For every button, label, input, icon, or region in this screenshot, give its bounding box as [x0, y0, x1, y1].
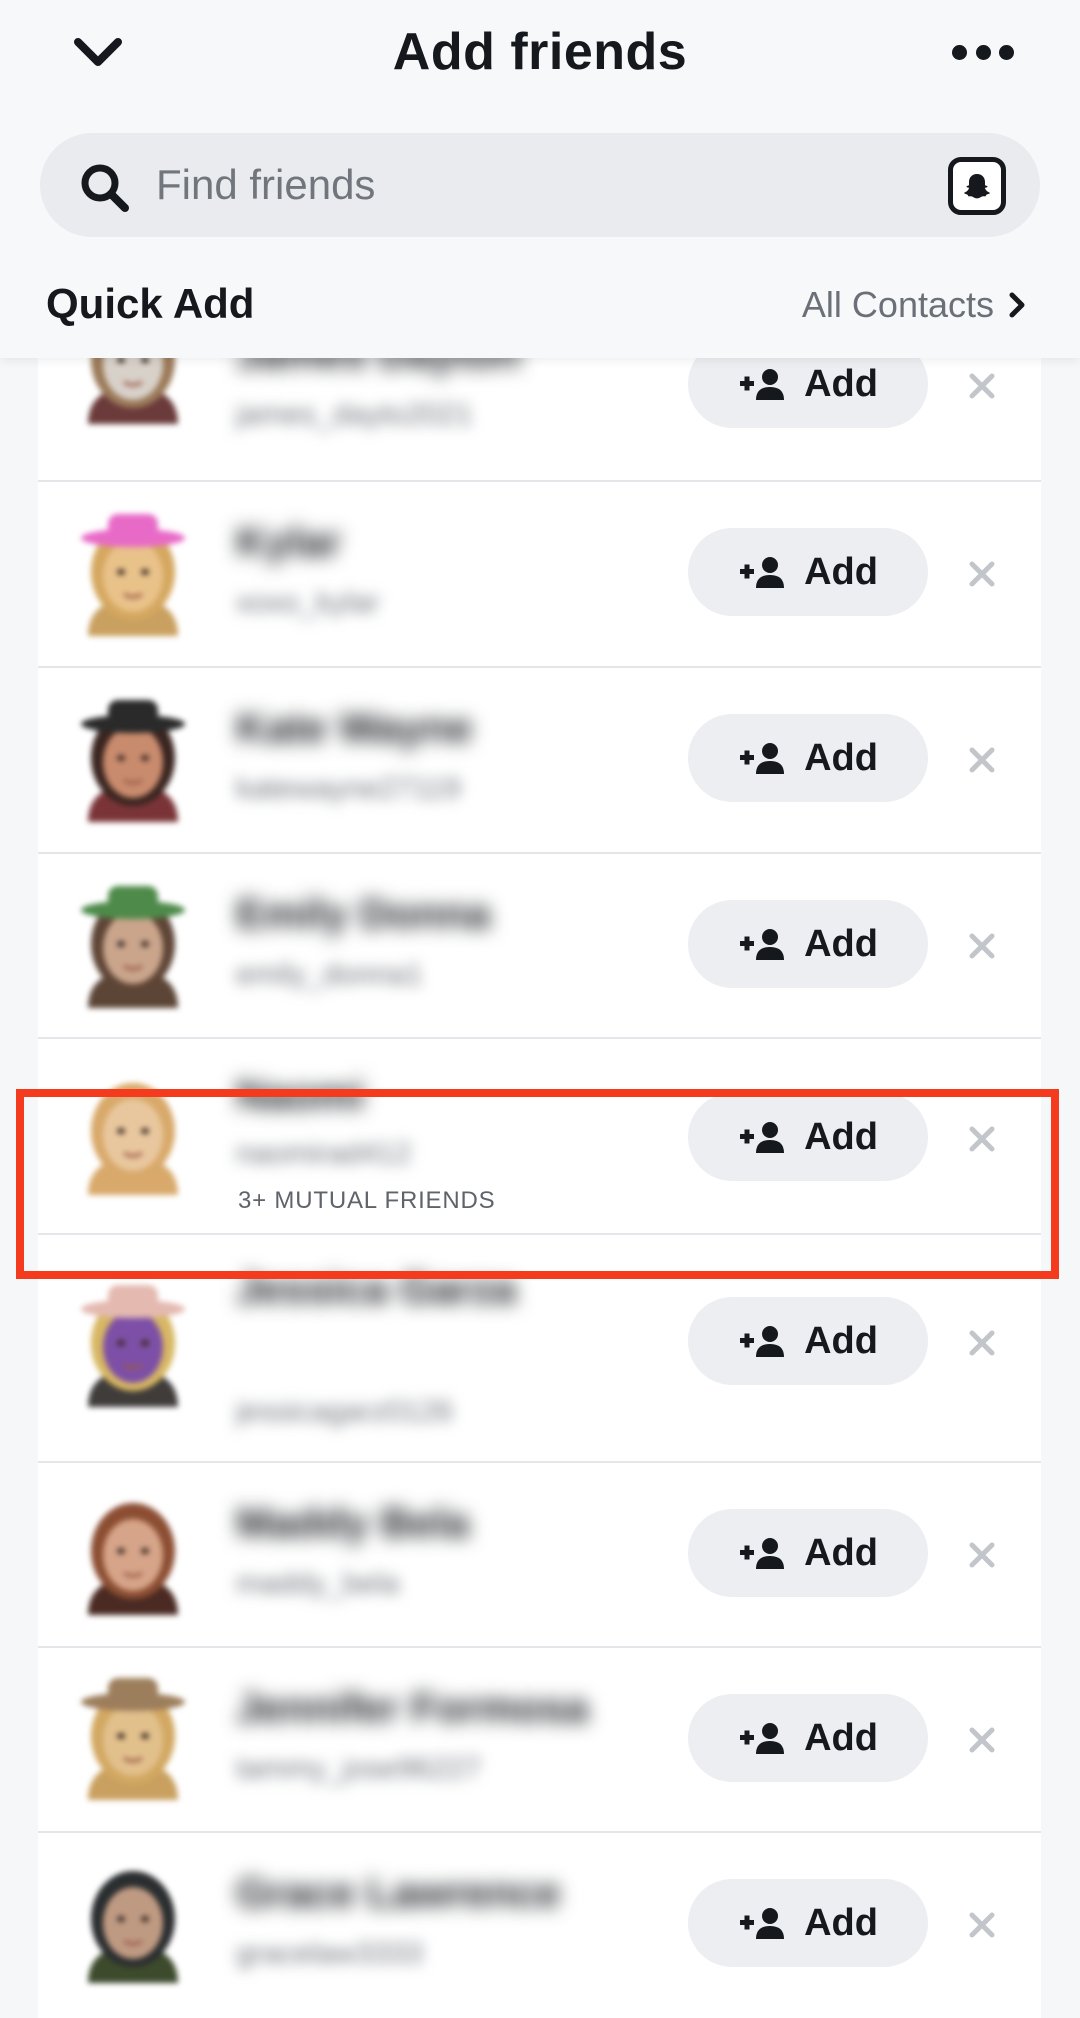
- search-icon: [81, 164, 129, 212]
- add-friend-icon: [740, 369, 785, 400]
- snapcode-button[interactable]: [948, 157, 1006, 215]
- friend-name: Jennifer Formosa: [236, 1684, 589, 1731]
- close-icon[interactable]: [964, 368, 1000, 404]
- avatar[interactable]: [74, 1491, 192, 1615]
- add-friend-icon: [740, 1723, 785, 1754]
- list-item[interactable]: Kylar xoxo_kylar Add: [38, 482, 1041, 668]
- avatar[interactable]: [74, 512, 192, 636]
- close-icon[interactable]: [964, 1325, 1000, 1361]
- friend-username: xoxo_kylar: [236, 586, 380, 619]
- avatar[interactable]: [74, 1859, 192, 1983]
- top-bar: Add friends Quick Add All Contacts: [0, 0, 1080, 358]
- add-button-label: Add: [804, 1901, 878, 1944]
- close-icon[interactable]: [964, 928, 1000, 964]
- add-button-label: Add: [804, 1531, 878, 1574]
- close-icon[interactable]: [964, 556, 1000, 592]
- add-friend-icon: [740, 1326, 785, 1357]
- friend-username: jessicagarz0126: [236, 1395, 453, 1428]
- close-icon[interactable]: [964, 742, 1000, 778]
- friend-name: Grace Lawrence: [236, 1869, 561, 1916]
- add-friend-button[interactable]: Add: [688, 528, 928, 616]
- more-options-icon[interactable]: [952, 40, 1014, 64]
- friend-name: Kate Wayne: [236, 704, 473, 751]
- avatar[interactable]: [74, 1283, 192, 1407]
- add-friend-button[interactable]: Add: [688, 900, 928, 988]
- snapcode-icon: [964, 174, 990, 199]
- friend-name: Emily Donna: [236, 890, 491, 937]
- add-friend-icon: [740, 1908, 785, 1939]
- add-button-label: Add: [804, 362, 878, 405]
- add-friend-button[interactable]: Add: [688, 714, 928, 802]
- add-friend-icon: [740, 1538, 785, 1569]
- list-item[interactable]: Jennifer Formosa tammy_jose96227 Add: [38, 1648, 1041, 1833]
- highlight-frame: [16, 1089, 1059, 1279]
- list-item[interactable]: Maddy Bela maddy_bela Add: [38, 1463, 1041, 1648]
- add-button-label: Add: [804, 922, 878, 965]
- add-button-label: Add: [804, 1716, 878, 1759]
- avatar[interactable]: [74, 1676, 192, 1800]
- search-bar[interactable]: [40, 133, 1040, 237]
- list-item[interactable]: Emily Donna emily_donna1 Add: [38, 854, 1041, 1039]
- add-friend-icon: [740, 929, 785, 960]
- close-icon[interactable]: [964, 1722, 1000, 1758]
- add-friend-icon: [740, 743, 785, 774]
- avatar[interactable]: [74, 884, 192, 1008]
- friend-name: Maddy Bela: [236, 1499, 470, 1546]
- add-button-label: Add: [804, 550, 878, 593]
- add-friend-button[interactable]: Add: [688, 1879, 928, 1967]
- list-item[interactable]: Kate Wayne katewayne27119 Add: [38, 668, 1041, 854]
- list-item[interactable]: Grace Lawrence gracelaw3333 Add: [38, 1833, 1041, 2018]
- all-contacts-label: All Contacts: [801, 284, 994, 325]
- friend-username: gracelaw3333: [236, 1937, 423, 1970]
- add-button-label: Add: [804, 1319, 878, 1362]
- all-contacts-link[interactable]: All Contacts: [802, 284, 1026, 326]
- friend-username: katewayne27119: [236, 772, 461, 805]
- friend-username: tammy_jose96227: [236, 1752, 482, 1785]
- friend-name: Kylar: [236, 518, 342, 565]
- add-button-label: Add: [804, 736, 878, 779]
- page-title: Add friends: [392, 23, 688, 81]
- close-icon[interactable]: [964, 1537, 1000, 1573]
- add-friend-button[interactable]: Add: [688, 1297, 928, 1385]
- search-input[interactable]: [156, 157, 916, 213]
- avatar[interactable]: [74, 698, 192, 822]
- add-friend-button[interactable]: Add: [688, 1694, 928, 1782]
- friend-username: james_dayto2021: [236, 398, 473, 431]
- section-title: Quick Add: [46, 280, 255, 327]
- add-friend-icon: [740, 557, 785, 588]
- friend-username: emily_donna1: [236, 958, 423, 991]
- chevron-right-icon: [1009, 292, 1025, 318]
- friend-username: maddy_bela: [236, 1567, 400, 1600]
- add-friend-button[interactable]: Add: [688, 1509, 928, 1597]
- close-icon[interactable]: [964, 1907, 1000, 1943]
